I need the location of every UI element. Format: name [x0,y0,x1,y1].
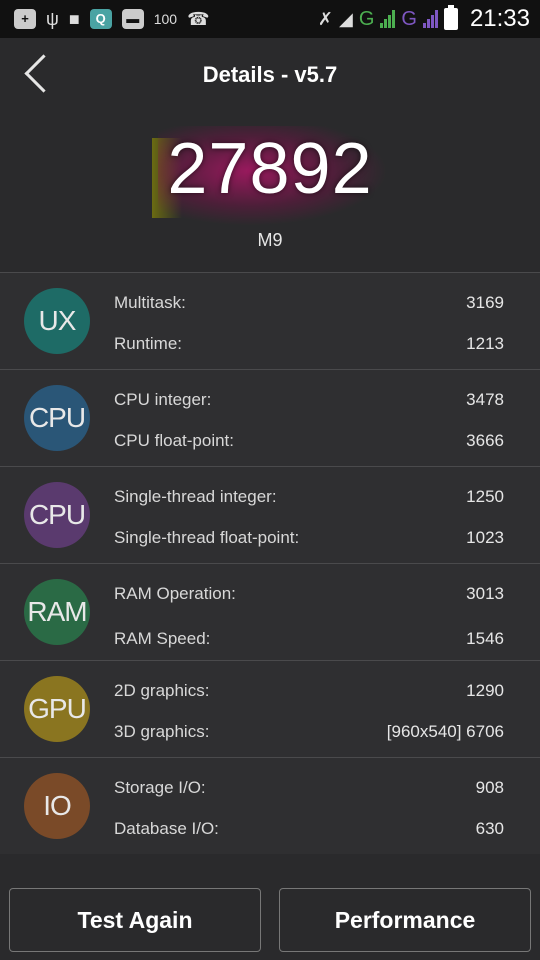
score-panel: 27892 M9 [0,118,540,268]
item-label: 3D graphics: [114,722,210,741]
list-item: Single-thread integer: 1250 [114,486,504,508]
item-label: RAM Speed: [114,629,211,648]
item-value: 630 [475,819,504,838]
item-label: RAM Operation: [114,584,236,603]
ux-badge: UX [24,288,90,354]
list-item: CPU integer: 3478 [114,389,504,411]
lock-icon: ■ [68,9,80,29]
list-item: CPU float-point: 3666 [114,430,504,452]
list-item: Runtime: 1213 [114,333,504,355]
page-title: Details - v5.7 [202,62,338,87]
category-row-io: IO Storage I/O: 908 Database I/O: 630 [0,757,540,854]
list-item: 3D graphics: [960x540] 6706 [114,721,504,743]
list-item: RAM Operation: 3013 [114,583,504,605]
list-item: Single-thread float-point: 1023 [114,527,504,549]
test-again-button[interactable]: Test Again [9,888,261,952]
total-score: 27892 [167,129,373,209]
gpu-badge: GPU [24,676,90,742]
item-value: 1023 [466,528,504,547]
category-row-gpu: GPU 2D graphics: 1290 3D graphics: [960x54… [0,660,540,757]
item-value: 1290 [466,681,504,700]
item-label: Runtime: [114,334,183,353]
ram-badge: RAM [24,579,90,645]
io-badge: IO [24,773,90,839]
cpu-single-thread-badge: CPU [24,482,90,548]
item-value: 1213 [466,334,504,353]
device-name: M9 [257,230,283,250]
item-value: 3169 [466,293,504,312]
item-label: 2D graphics: [114,681,210,700]
battery-icon [443,5,458,30]
header: Details - v5.7 [0,38,540,110]
item-value: 1546 [466,629,504,648]
item-label: Storage I/O: [114,778,206,797]
item-value: 908 [475,778,504,797]
item-label: Multitask: [114,293,186,312]
list-item: Multitask: 3169 [114,292,504,314]
wifi-icon: ◢ [338,9,353,29]
battery-percent: 100 [153,11,178,27]
clock: 21:33 [469,5,530,32]
list-item: Storage I/O: 908 [114,777,504,799]
list-item: 2D graphics: 1290 [114,680,504,702]
performance-button[interactable]: Performance [279,888,531,952]
item-value: 3013 [466,584,504,603]
network-type-2: G [401,7,417,30]
cpu-badge: CPU [24,385,90,451]
add-notification-icon: + [14,9,36,29]
category-row-single-thread: CPU Single-thread integer: 1250 Single-th… [0,466,540,563]
storage-icon: ▬ [121,9,144,29]
q-app-icon: Q [89,9,112,29]
signal-icon-2 [422,10,438,28]
category-row-ux: UX Multitask: 3169 Runtime: 1213 [0,272,540,369]
item-label: CPU integer: [114,390,212,409]
score-breakdown-list: UX Multitask: 3169 Runtime: 1213 CPU CPU i… [0,272,540,854]
item-label: CPU float-point: [114,431,234,450]
item-value: 3666 [466,431,504,450]
usb-icon: ψ [46,9,59,29]
status-bar: + ψ ■ Q ▬ 100 ☎ ✗ ◢ G G 21:33 [0,0,540,38]
item-label: Single-thread float-point: [114,528,300,547]
item-label: Database I/O: [114,819,219,838]
item-value: 1250 [466,487,504,506]
category-row-ram: RAM RAM Operation: 3013 RAM Speed: 1546 [0,563,540,660]
list-item: Database I/O: 630 [114,818,504,840]
missed-call-icon: ☎ [187,9,210,29]
signal-icon-1 [380,10,396,28]
item-value: [960x540] 6706 [386,722,504,741]
category-row-cpu: CPU CPU integer: 3478 CPU float-point: 366… [0,369,540,466]
item-label: Single-thread integer: [114,487,277,506]
list-item: RAM Speed: 1546 [114,628,504,650]
mute-icon: ✗ [317,9,333,29]
network-type-1: G [358,7,375,30]
item-value: 3478 [466,390,504,409]
